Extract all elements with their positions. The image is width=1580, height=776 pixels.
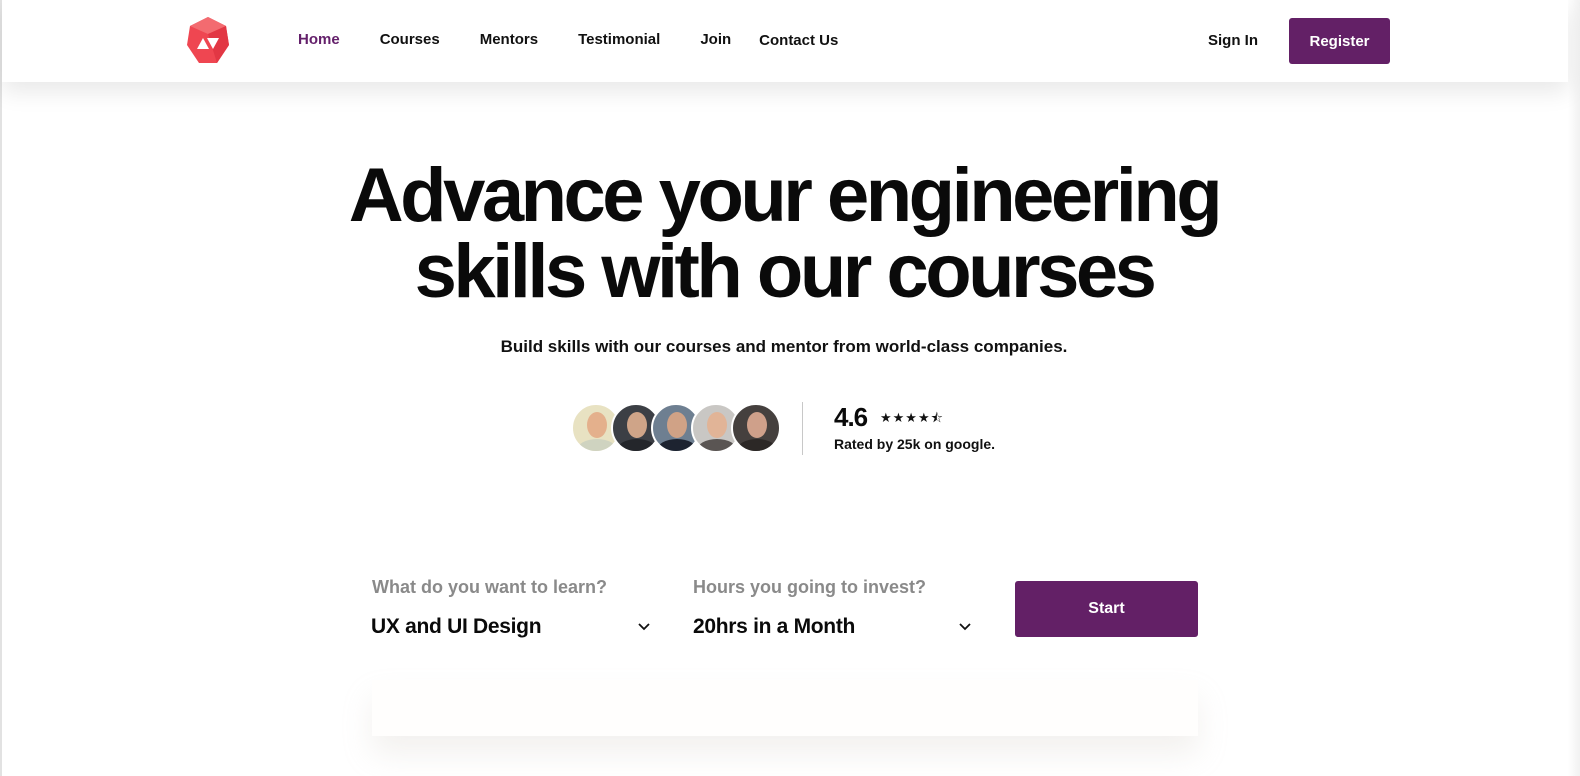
- chevron-down-icon[interactable]: [958, 622, 972, 632]
- start-button[interactable]: Start: [1015, 581, 1198, 637]
- hero-subtitle: Build skills with our courses and mentor…: [500, 337, 1068, 356]
- rating-stars: ★★★★⯪: [880, 410, 944, 425]
- learn-label: What do you want to learn?: [372, 577, 607, 597]
- hours-select[interactable]: 20hrs in a Month: [693, 615, 855, 639]
- page-scroll-edge: [1568, 0, 1580, 776]
- rating-caption: Rated by 25k on google.: [834, 436, 996, 452]
- hero-title-line-2: skills with our courses: [414, 229, 1157, 314]
- nav-courses[interactable]: Courses: [380, 31, 440, 49]
- logo-icon[interactable]: [186, 16, 230, 66]
- register-button[interactable]: Register: [1289, 18, 1390, 64]
- nav-testimonial[interactable]: Testimonial: [578, 31, 660, 49]
- chevron-down-icon[interactable]: [637, 622, 651, 632]
- nav-contact-us[interactable]: Contact Us: [759, 32, 838, 49]
- rating-value: 4.6: [834, 402, 868, 432]
- hero-title: Advance your engineering skills with our…: [0, 158, 1568, 310]
- nav-home[interactable]: Home: [298, 31, 340, 49]
- page-frame-edge: [0, 0, 2, 776]
- main-nav: Home Courses Mentors Testimonial Join Co…: [298, 31, 878, 49]
- search-form-shadow: [372, 680, 1198, 736]
- nav-mentors[interactable]: Mentors: [480, 31, 538, 49]
- rating-divider: [802, 402, 803, 455]
- learn-select[interactable]: UX and UI Design: [371, 615, 542, 639]
- nav-join[interactable]: Join: [700, 31, 731, 49]
- top-navbar: Home Courses Mentors Testimonial Join Co…: [2, 0, 1568, 82]
- avatar-5: [731, 403, 781, 453]
- hero-title-line-1: Advance your engineering: [348, 153, 1223, 238]
- sign-in-link[interactable]: Sign In: [1208, 32, 1258, 49]
- hours-label: Hours you going to invest?: [693, 577, 926, 597]
- mentor-avatars: [571, 403, 781, 455]
